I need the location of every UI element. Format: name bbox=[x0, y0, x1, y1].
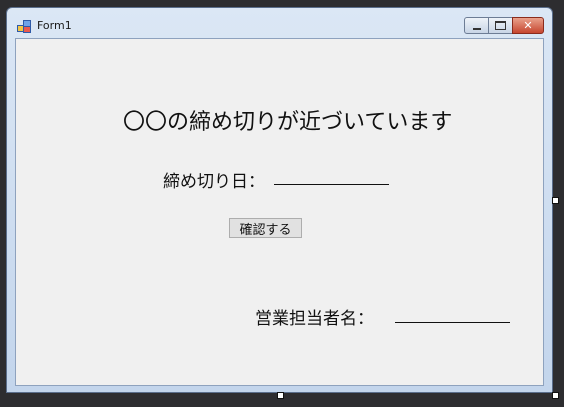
deadline-date-underline bbox=[274, 184, 389, 185]
resize-handle-right[interactable] bbox=[552, 197, 559, 204]
deadline-heading: 〇〇の締め切りが近づいています bbox=[123, 110, 453, 135]
confirm-button[interactable]: 確認する bbox=[229, 218, 302, 238]
close-icon: ✕ bbox=[523, 19, 533, 32]
form-app-icon bbox=[17, 20, 31, 33]
window-title: Form1 bbox=[37, 19, 72, 32]
deadline-date-label: 締め切り日： bbox=[163, 172, 265, 192]
title-bar[interactable]: Form1 ✕ bbox=[7, 8, 552, 38]
minimize-button[interactable] bbox=[464, 17, 489, 34]
form-window[interactable]: Form1 ✕ 〇〇の締め切りが近づいています 締め切り日： 確認する 営業担当… bbox=[6, 7, 553, 393]
window-controls: ✕ bbox=[464, 17, 544, 36]
maximize-icon bbox=[495, 21, 506, 30]
sales-staff-label: 営業担当者名： bbox=[255, 309, 374, 329]
form-client-area: 〇〇の締め切りが近づいています 締め切り日： 確認する 営業担当者名： bbox=[15, 38, 544, 386]
close-button[interactable]: ✕ bbox=[512, 17, 544, 34]
resize-handle-corner[interactable] bbox=[552, 392, 559, 399]
resize-handle-bottom[interactable] bbox=[277, 392, 284, 399]
maximize-button[interactable] bbox=[488, 17, 513, 34]
sales-staff-underline bbox=[395, 322, 510, 323]
minimize-icon bbox=[472, 27, 481, 30]
